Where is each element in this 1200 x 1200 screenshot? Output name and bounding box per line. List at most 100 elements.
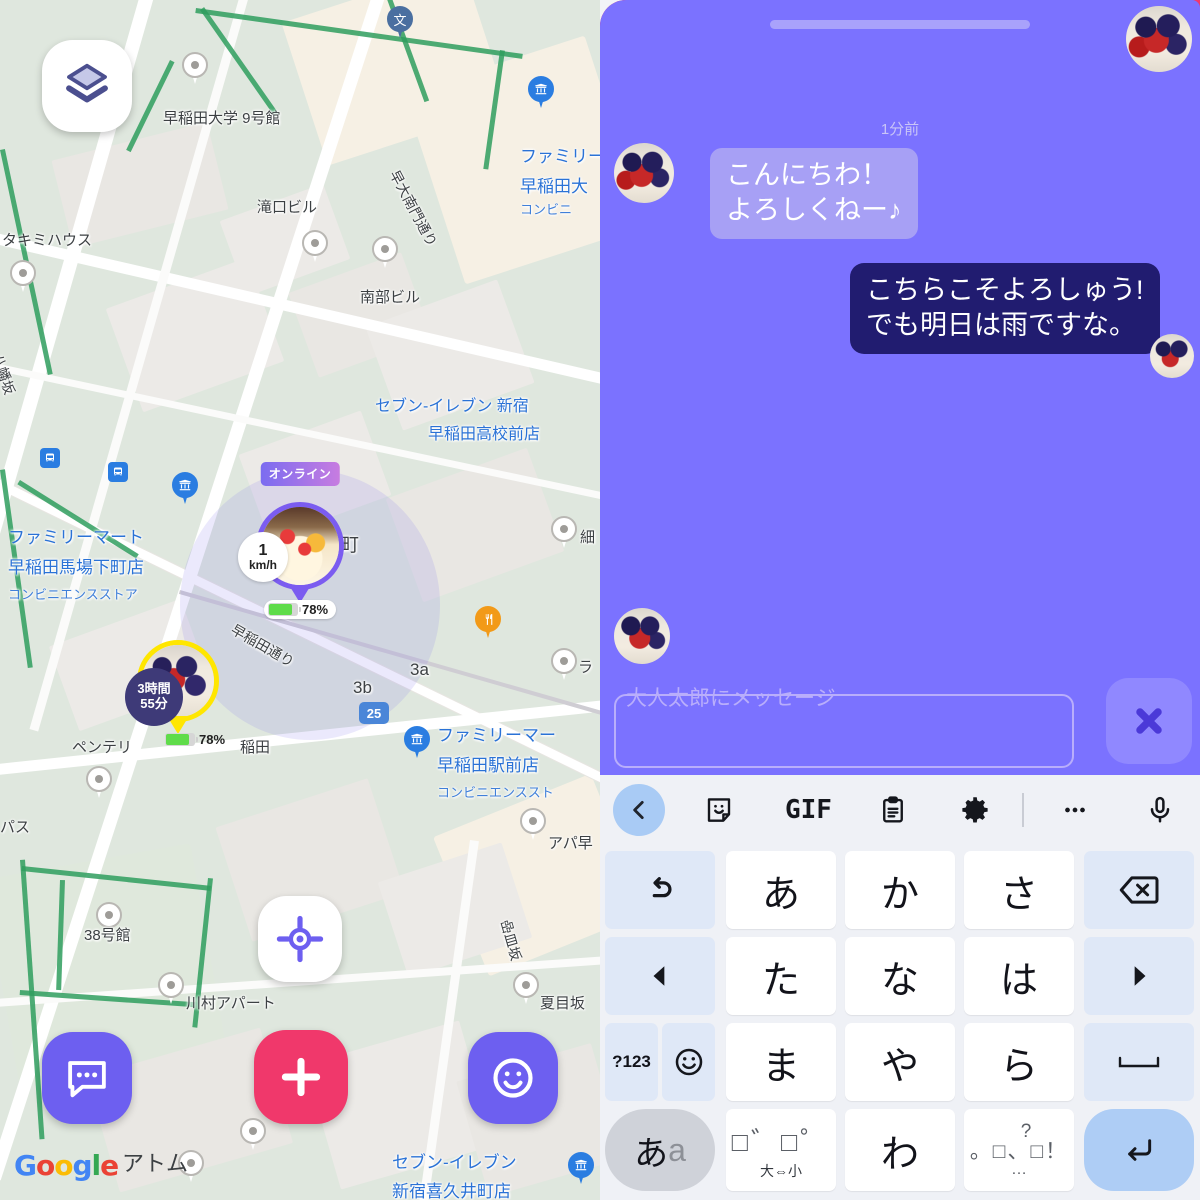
battery-percent: 78% <box>302 602 329 617</box>
chat-fab[interactable] <box>42 1032 132 1124</box>
map-pin[interactable] <box>302 230 328 264</box>
emoji-fab[interactable] <box>468 1032 558 1124</box>
map-pin[interactable] <box>158 972 184 1006</box>
key-label: か <box>880 871 919 916</box>
avatar[interactable] <box>614 608 670 664</box>
battery-icon <box>268 603 301 616</box>
kana-key-sa[interactable]: さ <box>964 851 1074 929</box>
kana-key-ra[interactable]: ら <box>964 1023 1074 1101</box>
key-label: さ <box>999 871 1038 916</box>
kana-key-na[interactable]: な <box>845 937 955 1015</box>
kana-key-ya[interactable]: や <box>845 1023 955 1101</box>
backspace-icon <box>1119 876 1159 904</box>
drag-handle[interactable] <box>770 20 1030 29</box>
bus-stop-icon[interactable] <box>40 448 60 468</box>
store-pin[interactable] <box>172 472 198 506</box>
store-pin[interactable] <box>568 1152 594 1186</box>
logo-letter: l <box>91 1149 102 1182</box>
emoji-key[interactable] <box>662 1023 715 1101</box>
bus-stop-icon[interactable] <box>108 462 128 482</box>
map-pin[interactable] <box>513 972 539 1006</box>
speed-unit: km/h <box>248 558 277 572</box>
kana-key-a[interactable]: あ <box>726 851 836 929</box>
microphone-icon <box>1150 796 1170 823</box>
space-key[interactable] <box>1084 1023 1194 1101</box>
keyboard[interactable]: GIF あ か さ た な は ?123 ま や ら あ a □゛□゜ 大⇔小 … <box>600 775 1200 1200</box>
friend-marker-away[interactable]: 3時間 55分 78% <box>125 640 225 747</box>
clipboard-button[interactable] <box>878 795 908 825</box>
backspace-key[interactable] <box>1084 851 1194 929</box>
message-bubble-outgoing[interactable]: こちらこそよろしゅう! でも明日は雨ですな。 <box>850 263 1160 355</box>
map-pin[interactable] <box>86 766 112 800</box>
avatar-image <box>614 608 670 664</box>
map-label: 細 <box>580 529 596 546</box>
friend-marker-online[interactable]: オンライン 1 km/h 78% <box>238 462 344 619</box>
undo-key[interactable] <box>605 851 715 929</box>
avatar-image <box>1126 6 1192 72</box>
kana-key-ha[interactable]: は <box>964 937 1074 1015</box>
clipboard-icon <box>883 796 903 823</box>
avatar[interactable] <box>1126 6 1192 72</box>
store-pin[interactable] <box>404 726 430 760</box>
kana-key-ka[interactable]: か <box>845 851 955 929</box>
map-pin[interactable] <box>520 808 546 842</box>
key-label: あ <box>761 871 800 916</box>
language-switch-key[interactable]: あa <box>605 1109 715 1191</box>
more-button[interactable] <box>1060 795 1090 825</box>
kana-key-ma[interactable]: ま <box>726 1023 836 1101</box>
kana-key-ta[interactable]: た <box>726 937 836 1015</box>
avatar[interactable] <box>614 143 674 203</box>
school-pin[interactable]: 文 <box>387 6 413 40</box>
gif-button[interactable]: GIF <box>785 795 832 825</box>
map-pin[interactable] <box>372 236 398 270</box>
map-label: ラ <box>578 659 594 676</box>
chat-conversation-area[interactable]: 1分前 こんにちわ！ よろしくねー♪ こちらこそよろしゅう! でも明日は雨ですな… <box>600 0 1200 775</box>
restaurant-pin[interactable] <box>475 606 501 640</box>
store-pin[interactable] <box>528 76 554 110</box>
message-input[interactable]: 大人太郎にメッセージ <box>614 687 1074 768</box>
map-label: セブン-イレブン <box>392 1153 517 1172</box>
logo-letter: g <box>72 1149 92 1182</box>
keyboard-toolbar[interactable]: GIF <box>600 775 1200 845</box>
dakuten-glyphs: □゛□゜ <box>731 1126 831 1157</box>
dakuten-key[interactable]: □゛□゜ 大⇔小 <box>726 1109 836 1191</box>
settings-button[interactable] <box>960 795 990 825</box>
avatar[interactable] <box>1150 334 1194 378</box>
message-bubble-incoming[interactable]: こんにちわ！ よろしくねー♪ <box>710 148 918 240</box>
map-label: タキミハウス <box>2 232 93 249</box>
symbols-key[interactable]: ?123 <box>605 1023 658 1101</box>
enter-key[interactable] <box>1084 1109 1194 1191</box>
sticker-button[interactable] <box>704 795 734 825</box>
map-panel[interactable]: 文 25 早稲田大学 9号館 タキミハウス 滝口ビル 南部ビル セブン-イレブン… <box>0 0 600 1200</box>
cursor-left-key[interactable] <box>605 937 715 1015</box>
chat-surface <box>600 0 1200 775</box>
close-button[interactable] <box>1106 678 1192 764</box>
sticker-icon <box>707 798 731 822</box>
map-pin[interactable] <box>551 648 577 682</box>
map-pin[interactable] <box>551 516 577 550</box>
cursor-right-key[interactable] <box>1084 937 1194 1015</box>
app-root: 文 25 早稲田大学 9号館 タキミハウス 滝口ビル 南部ビル セブン-イレブン… <box>0 0 1200 1200</box>
add-fab[interactable] <box>254 1030 348 1124</box>
punctuation-key[interactable]: ? 。□、□！ … <box>964 1109 1074 1191</box>
voice-input-button[interactable] <box>1145 795 1175 825</box>
punct-row-3: … <box>1011 1161 1027 1178</box>
logo-letter: o <box>54 1149 73 1182</box>
layers-button[interactable] <box>42 40 132 132</box>
kana-key-wa[interactable]: わ <box>845 1109 955 1191</box>
map-pin[interactable] <box>240 1118 266 1152</box>
back-button[interactable] <box>613 784 665 836</box>
gear-icon <box>962 797 988 823</box>
map-pin[interactable] <box>10 260 36 294</box>
map-label: 滝口ビル <box>257 199 318 216</box>
layers-icon <box>66 63 108 103</box>
punct-row-1: ? <box>1020 1121 1032 1142</box>
recenter-button[interactable] <box>258 896 342 982</box>
map-label: 3b <box>353 678 372 697</box>
map-label: 川村アパート <box>186 995 276 1012</box>
last-seen-minutes: 55分 <box>140 696 168 711</box>
map-label: 38号館 <box>84 927 131 944</box>
map-pin[interactable] <box>182 52 208 86</box>
keyboard-keys[interactable]: あ か さ た な は ?123 ま や ら あ a □゛□゜ 大⇔小 わ ? … <box>600 845 1200 1200</box>
map-label: 南部ビル <box>360 289 421 306</box>
